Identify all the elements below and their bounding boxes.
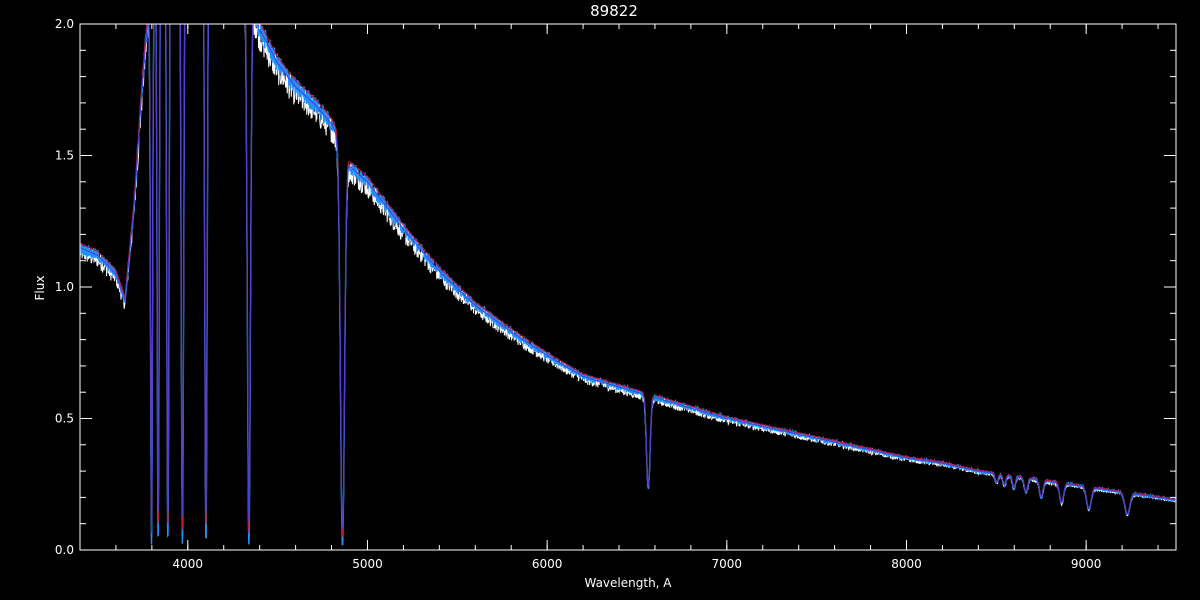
x-tick-label: 4000 xyxy=(173,557,204,571)
y-tick-label: 0.0 xyxy=(55,543,74,557)
y-tick-label: 2.0 xyxy=(55,17,74,31)
y-tick-label: 1.5 xyxy=(55,149,74,163)
y-tick-label: 1.0 xyxy=(55,280,74,294)
chart-title: 89822 xyxy=(590,2,638,20)
y-axis-title: Flux xyxy=(33,276,47,301)
x-tick-label: 6000 xyxy=(532,557,563,571)
x-tick-label: 7000 xyxy=(712,557,743,571)
x-axis-title: Wavelength, A xyxy=(584,576,672,590)
x-tick-label: 5000 xyxy=(352,557,383,571)
x-tick-label: 8000 xyxy=(891,557,922,571)
y-tick-label: 0.5 xyxy=(55,412,74,426)
spectrum-chart: 89822 Wavelength, A Flux 4000 5000 6000 700… xyxy=(0,0,1200,600)
x-tick-label: 9000 xyxy=(1071,557,1102,571)
